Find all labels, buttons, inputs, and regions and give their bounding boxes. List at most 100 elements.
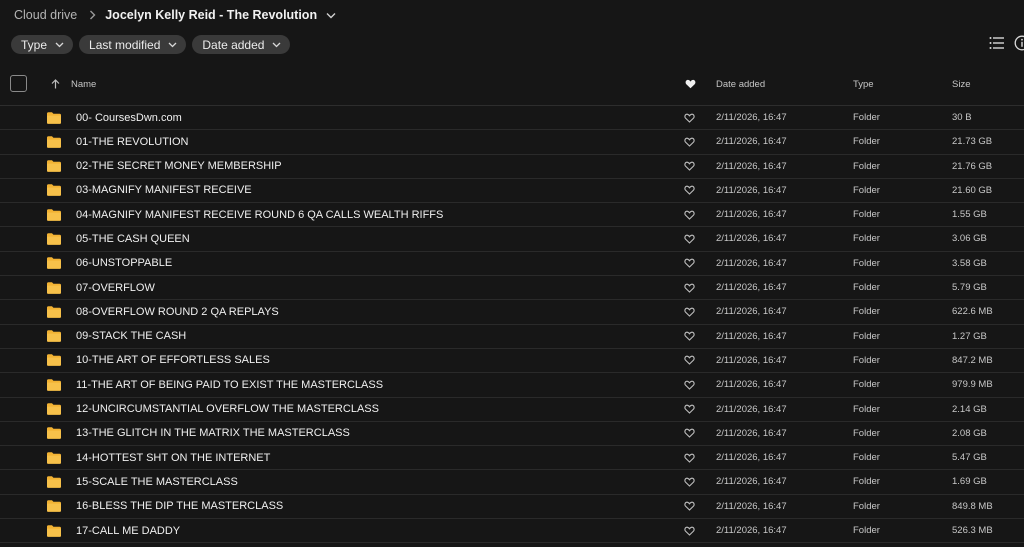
folder-icon (47, 373, 61, 396)
table-row[interactable]: 05-THE CASH QUEEN 2/11/2026, 16:47 Folder 3… (0, 227, 1024, 252)
folder-icon (47, 106, 61, 129)
table-row[interactable]: 17-CALL ME DADDY 2/11/2026, 16:47 Folder 52… (0, 519, 1024, 544)
row-type: Folder (853, 500, 880, 512)
row-name[interactable]: 11-THE ART OF BEING PAID TO EXIST THE MA… (76, 373, 383, 396)
row-type: Folder (853, 306, 880, 318)
breadcrumb-current-folder[interactable]: Jocelyn Kelly Reid - The Revolution (105, 8, 317, 22)
row-name[interactable]: 00- CoursesDwn.com (76, 106, 182, 129)
select-all-checkbox[interactable] (10, 75, 27, 92)
row-type: Folder (853, 160, 880, 172)
heart-icon[interactable] (684, 349, 695, 372)
row-name[interactable]: 01-THE REVOLUTION (76, 130, 188, 153)
row-name[interactable]: 05-THE CASH QUEEN (76, 227, 190, 250)
table-row[interactable]: 12-UNCIRCUMSTANTIAL OVERFLOW THE MASTERC… (0, 398, 1024, 422)
column-header-name[interactable]: Name (71, 73, 96, 95)
list-view-icon[interactable] (989, 35, 1005, 51)
row-name[interactable]: 12-UNCIRCUMSTANTIAL OVERFLOW THE MASTERC… (76, 398, 379, 421)
table-row[interactable]: 15-SCALE THE MASTERCLASS 2/11/2026, 16:47… (0, 470, 1024, 495)
folder-icon (47, 252, 61, 275)
row-name[interactable]: 17-CALL ME DADDY (76, 519, 180, 542)
column-header-size[interactable]: Size (952, 73, 970, 95)
breadcrumb-root[interactable]: Cloud drive (14, 8, 77, 22)
table-row[interactable]: 10-THE ART OF EFFORTLESS SALES 2/11/2026,… (0, 349, 1024, 374)
heart-icon[interactable] (684, 252, 695, 275)
filter-type-button[interactable]: Type (11, 35, 74, 54)
row-name[interactable]: 09-STACK THE CASH (76, 325, 186, 348)
heart-icon[interactable] (684, 470, 695, 493)
row-date-added: 2/11/2026, 16:47 (716, 184, 787, 196)
row-size: 3.58 GB (952, 257, 987, 269)
folder-icon (47, 325, 61, 348)
row-name[interactable]: 13-THE GLITCH IN THE MATRIX THE MASTERCL… (76, 422, 350, 445)
row-name[interactable]: 16-BLESS THE DIP THE MASTERCLASS (76, 495, 283, 518)
row-type: Folder (853, 136, 880, 148)
folder-icon (47, 300, 61, 323)
heart-icon[interactable] (684, 106, 695, 129)
row-name[interactable]: 03-MAGNIFY MANIFEST RECEIVE (76, 179, 252, 202)
row-type: Folder (853, 427, 880, 439)
heart-icon[interactable] (684, 398, 695, 421)
row-name[interactable]: 10-THE ART OF EFFORTLESS SALES (76, 349, 270, 372)
filter-last-modified-label: Last modified (89, 37, 161, 52)
table-row[interactable]: 07-OVERFLOW 2/11/2026, 16:47 Folder 5.79 GB (0, 276, 1024, 301)
row-date-added: 2/11/2026, 16:47 (716, 112, 787, 123)
row-name[interactable]: 14-HOTTEST SHT ON THE INTERNET (76, 446, 270, 469)
table-row[interactable]: 14-HOTTEST SHT ON THE INTERNET 2/11/2026,… (0, 446, 1024, 471)
table-row[interactable]: 09-STACK THE CASH 2/11/2026, 16:47 Folder 1… (0, 325, 1024, 349)
heart-icon[interactable] (684, 130, 695, 153)
row-type: Folder (853, 476, 880, 488)
column-header-type[interactable]: Type (853, 73, 874, 95)
table-row[interactable]: 06-UNSTOPPABLE 2/11/2026, 16:47 Folder 3.58… (0, 252, 1024, 277)
filter-date-added-label: Date added (202, 37, 265, 52)
heart-icon[interactable] (684, 276, 695, 299)
row-type: Folder (853, 112, 880, 123)
row-date-added: 2/11/2026, 16:47 (716, 427, 787, 439)
filter-last-modified-button[interactable]: Last modified (79, 35, 187, 54)
row-date-added: 2/11/2026, 16:47 (716, 160, 787, 172)
folder-icon (47, 422, 61, 445)
heart-icon[interactable] (685, 73, 696, 95)
row-size: 5.47 GB (952, 452, 987, 464)
row-size: 21.60 GB (952, 184, 993, 196)
heart-icon[interactable] (684, 422, 695, 445)
folder-icon (47, 227, 61, 250)
folder-icon (47, 276, 61, 299)
table-row[interactable]: 08-OVERFLOW ROUND 2 QA REPLAYS 2/11/2026,… (0, 300, 1024, 325)
heart-icon[interactable] (684, 203, 695, 226)
filter-date-added-button[interactable]: Date added (192, 35, 291, 54)
heart-icon[interactable] (684, 325, 695, 348)
table-row[interactable]: 02-THE SECRET MONEY MEMBERSHIP 2/11/2026,… (0, 155, 1024, 179)
heart-icon[interactable] (684, 227, 695, 250)
row-name[interactable]: 15-SCALE THE MASTERCLASS (76, 470, 238, 493)
column-header-date-added[interactable]: Date added (716, 73, 765, 95)
row-name[interactable]: 06-UNSTOPPABLE (76, 252, 172, 275)
row-size: 622.6 MB (952, 306, 993, 318)
heart-icon[interactable] (684, 300, 695, 323)
table-row[interactable]: 13-THE GLITCH IN THE MATRIX THE MASTERCL… (0, 422, 1024, 447)
row-size: 1.55 GB (952, 209, 987, 221)
row-name[interactable]: 02-THE SECRET MONEY MEMBERSHIP (76, 155, 282, 178)
arrow-up-icon[interactable] (51, 73, 60, 95)
folder-icon (47, 470, 61, 493)
heart-icon[interactable] (684, 179, 695, 202)
row-type: Folder (853, 282, 880, 294)
heart-icon[interactable] (684, 519, 695, 542)
table-row[interactable]: 11-THE ART OF BEING PAID TO EXIST THE MA… (0, 373, 1024, 398)
table-row[interactable]: 00- CoursesDwn.com 2/11/2026, 16:47 Folder… (0, 106, 1024, 131)
heart-icon[interactable] (684, 373, 695, 396)
heart-icon[interactable] (684, 155, 695, 178)
heart-icon[interactable] (684, 495, 695, 518)
row-type: Folder (853, 233, 880, 245)
row-name[interactable]: 04-MAGNIFY MANIFEST RECEIVE ROUND 6 QA C… (76, 203, 443, 226)
table-row[interactable]: 04-MAGNIFY MANIFEST RECEIVE ROUND 6 QA C… (0, 203, 1024, 228)
chevron-down-icon[interactable] (326, 12, 336, 19)
row-name[interactable]: 07-OVERFLOW (76, 276, 155, 299)
table-row[interactable]: 16-BLESS THE DIP THE MASTERCLASS 2/11/202… (0, 495, 1024, 520)
info-icon[interactable] (1014, 35, 1024, 51)
heart-icon[interactable] (684, 446, 695, 469)
table-header: Name Date added Type Size (0, 73, 1024, 106)
filter-type-label: Type (21, 37, 48, 52)
row-name[interactable]: 08-OVERFLOW ROUND 2 QA REPLAYS (76, 300, 279, 323)
table-row[interactable]: 03-MAGNIFY MANIFEST RECEIVE 2/11/2026, 16… (0, 179, 1024, 204)
table-row[interactable]: 01-THE REVOLUTION 2/11/2026, 16:47 Folder 2… (0, 130, 1024, 155)
